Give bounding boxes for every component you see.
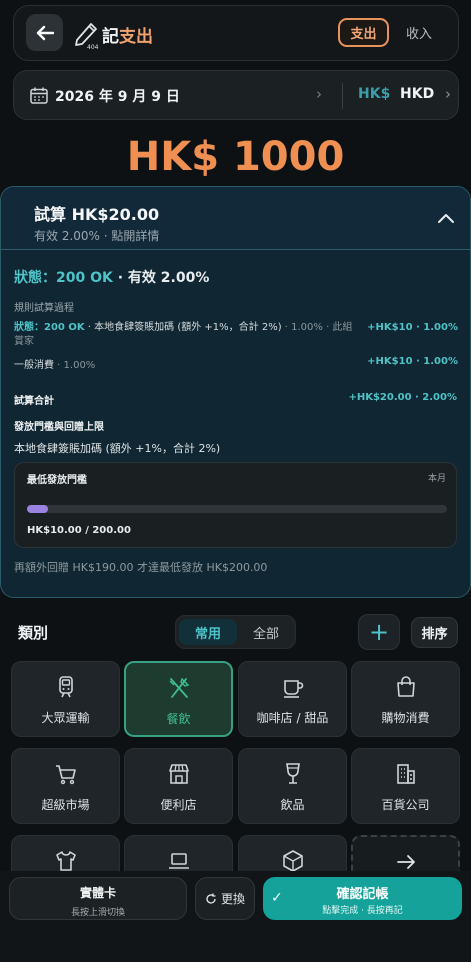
category-label: 便利店: [160, 798, 197, 812]
category-tile[interactable]: 便利店: [124, 748, 233, 824]
utensils-icon: [169, 677, 189, 698]
swap-label: 更換: [220, 892, 245, 906]
category-tile[interactable]: 飲品: [238, 748, 347, 824]
rule-amount: +HK$10 · 1.00%: [367, 322, 458, 333]
cap-title: 發放門檻與回贈上限: [14, 422, 104, 433]
calc-panel: 試算 HK$20.00 有效 2.00% · 點開詳情 狀態：200 OK · …: [0, 186, 471, 598]
min-threshold-title: 最低發放門檻: [27, 475, 87, 486]
bottom-action-bar: 實體卡 長按上滑切換 更換 ✓ 確認記帳 點擊完成 · 長按再記: [0, 871, 471, 962]
tab-all[interactable]: 全部: [240, 619, 292, 645]
category-tile[interactable]: 大眾運輸: [11, 661, 120, 737]
confirm-hint: 點擊完成 · 長按再記: [322, 906, 403, 916]
category-tabs: 常用 全部: [175, 615, 296, 649]
category-label: 餐飲: [166, 712, 191, 726]
sort-button[interactable]: 排序: [411, 617, 458, 648]
confirm-title: 確認記帳: [336, 887, 389, 902]
chevron-up-icon[interactable]: [438, 213, 454, 223]
status-label: 狀態：: [14, 270, 56, 286]
currency-chevron-icon[interactable]: ›: [445, 85, 451, 103]
progress-track: [27, 505, 447, 513]
category-label: 飲品: [280, 798, 305, 812]
shopping-bag-icon: [396, 676, 415, 697]
page-title: 記支出: [102, 22, 153, 47]
pencil-badge: 404: [87, 44, 99, 50]
box-icon: [282, 850, 303, 872]
category-tile[interactable]: 超級市場: [11, 748, 120, 824]
tab-common[interactable]: 常用: [179, 619, 237, 645]
currency-code[interactable]: HKD: [400, 86, 434, 102]
rule-muted: · 1.00%: [54, 360, 96, 371]
wine-glass-icon: [285, 763, 300, 784]
card-title: 實體卡: [79, 886, 116, 900]
pencil-icon: 404: [75, 23, 99, 50]
card-hint: 長按上滑切換: [70, 908, 125, 918]
category-label: 超級市場: [41, 798, 90, 812]
calendar-icon: [30, 87, 48, 104]
storefront-icon: [168, 764, 189, 784]
rule-row: 狀態：200 OK · 本地食肆簽賬加碼 (額外 +1%，合計 2%) · 1.…: [14, 321, 458, 349]
rule-status: 狀態：200 OK: [14, 322, 85, 333]
divider: [342, 83, 343, 109]
total-label: 試算合計: [14, 396, 54, 407]
category-heading: 類別: [18, 624, 49, 642]
shopping-cart-icon: [55, 765, 76, 785]
min-threshold-box: 最低發放門檻 本月 HK$10.00 / 200.00: [14, 462, 457, 548]
tshirt-icon: [55, 851, 76, 871]
amount-display[interactable]: HK$ 1000: [0, 134, 471, 180]
min-threshold-period: 本月: [427, 474, 446, 484]
category-label: 購物消費: [381, 711, 430, 725]
coffee-cup-icon: [283, 680, 303, 698]
category-tile-selected[interactable]: 餐飲: [124, 661, 233, 737]
progress-fill: [27, 505, 48, 513]
rule-row: 一般消費 · 1.00% +HK$10 · 1.00%: [14, 356, 458, 371]
refresh-icon: [206, 893, 216, 904]
title-accent: 支出: [119, 27, 153, 47]
title-prefix: 記: [102, 27, 119, 47]
status-line: 狀態：200 OK · 有效 2.00%: [14, 267, 209, 287]
building-icon: [396, 764, 415, 784]
laptop-icon: [168, 853, 189, 869]
status-rest: · 有效 2.00%: [112, 270, 210, 286]
category-tile[interactable]: 咖啡店 / 甜品: [238, 661, 347, 737]
category-label: 咖啡店 / 甜品: [256, 711, 329, 725]
calc-panel-header[interactable]: 試算 HK$20.00 有效 2.00% · 點開詳情: [1, 187, 470, 250]
date-currency-bar: 2026 年 9 月 9 日 › HK$ HKD ›: [13, 70, 459, 120]
arrow-left-icon: [36, 25, 54, 40]
rule-text: · 本地食肆簽賬加碼 (額外 +1%，合計 2%): [84, 322, 282, 333]
add-category-button[interactable]: +: [358, 614, 400, 650]
process-label: 規則試算過程: [14, 303, 74, 314]
min-threshold-value: HK$10.00 / 200.00: [27, 525, 131, 536]
rule-amount: +HK$10 · 1.00%: [367, 356, 458, 367]
swap-button[interactable]: 更換: [195, 877, 255, 920]
confirm-button[interactable]: ✓ 確認記帳 點擊完成 · 長按再記: [263, 877, 462, 920]
calc-title: 試算 HK$20.00: [34, 205, 160, 224]
card-selector-button[interactable]: 實體卡 長按上滑切換: [9, 877, 187, 920]
category-label: 大眾運輸: [41, 711, 90, 725]
status-ok: 200 OK: [56, 270, 113, 286]
segment-income[interactable]: 收入: [399, 18, 439, 47]
remaining-note: 再額外回贈 HK$190.00 才達最低發放 HK$200.00: [14, 561, 268, 574]
back-button[interactable]: [26, 14, 63, 51]
rule-text: 一般消費: [14, 360, 54, 371]
date-chevron-icon[interactable]: ›: [316, 85, 322, 103]
category-tile[interactable]: 百貨公司: [351, 748, 460, 824]
top-bar: 404 記支出 支出 收入: [13, 5, 459, 61]
currency-symbol[interactable]: HK$: [358, 86, 390, 102]
category-tile[interactable]: 購物消費: [351, 661, 460, 737]
date-selector[interactable]: 2026 年 9 月 9 日: [55, 86, 180, 106]
cap-description: 本地食肆簽賬加碼 (額外 +1%，合計 2%): [14, 442, 221, 455]
category-label: 百貨公司: [381, 798, 430, 812]
calc-subtitle: 有效 2.00% · 點開詳情: [34, 229, 160, 243]
total-value: +HK$20.00 · 2.00%: [348, 392, 457, 403]
train-icon: [58, 676, 73, 698]
segment-expense[interactable]: 支出: [338, 18, 389, 47]
